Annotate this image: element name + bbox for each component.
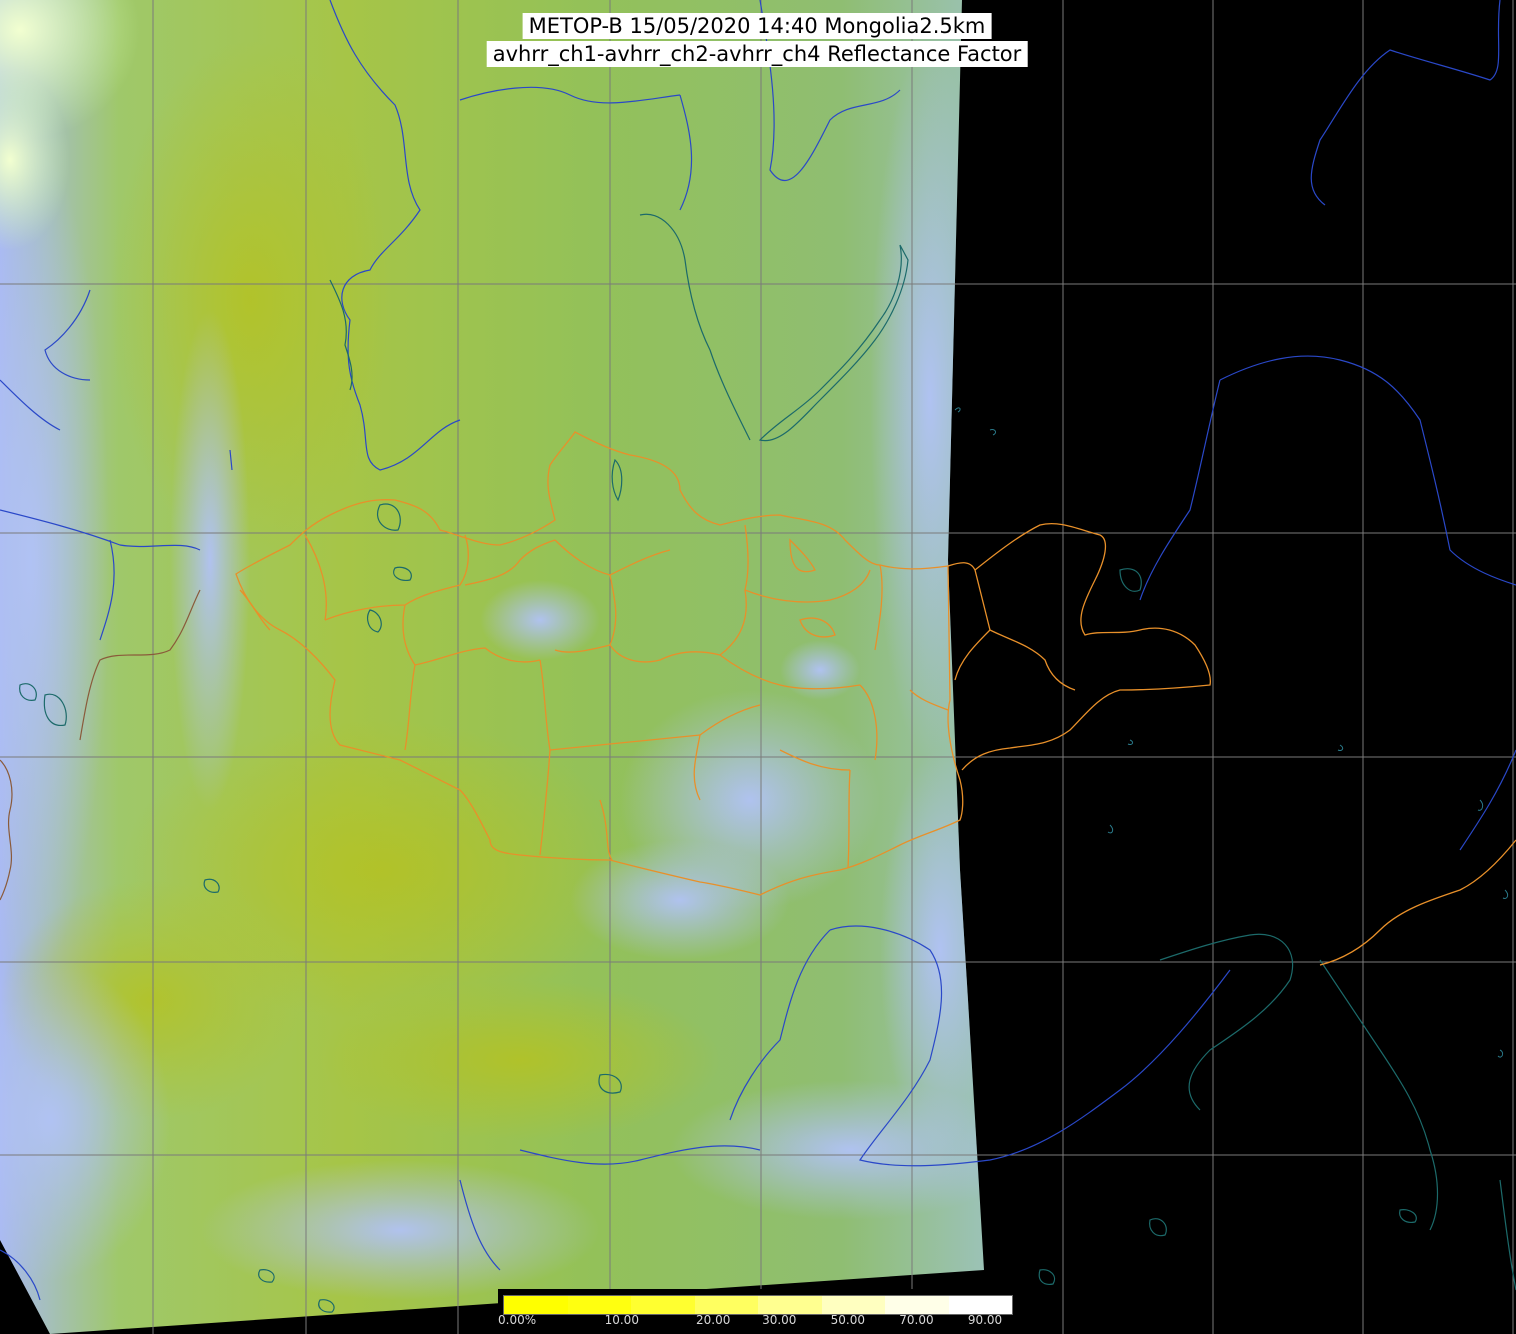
legend-segment <box>567 1296 631 1314</box>
imagery-swath <box>0 0 984 1334</box>
legend-segment <box>504 1296 568 1314</box>
legend-segment <box>885 1296 949 1314</box>
legend-label: 0.00% <box>498 1313 537 1327</box>
legend-segment <box>758 1296 822 1314</box>
legend-color-bar <box>503 1295 1013 1315</box>
legend-segment <box>631 1296 695 1314</box>
image-title-line-2: avhrr_ch1-avhrr_ch2-avhrr_ch4 Reflectanc… <box>486 41 1028 67</box>
image-title-line-1: METOP-B 15/05/2020 14:40 Mongolia2.5km <box>522 13 992 39</box>
legend-label: 10.00 <box>604 1313 639 1327</box>
legend-label: 30.00 <box>762 1313 797 1327</box>
legend-label: 90.00 <box>967 1313 1003 1327</box>
color-scale-legend: 0.00% 10.00 20.00 30.00 50.00 70.00 90.00 <box>498 1289 1016 1334</box>
legend-label: 70.00 <box>899 1313 934 1327</box>
legend-label: 20.00 <box>696 1313 731 1327</box>
legend-segment <box>948 1296 1012 1314</box>
legend-label: 50.00 <box>830 1313 866 1327</box>
legend-segment <box>694 1296 758 1314</box>
satellite-map <box>0 0 1516 1334</box>
legend-segment <box>821 1296 885 1314</box>
